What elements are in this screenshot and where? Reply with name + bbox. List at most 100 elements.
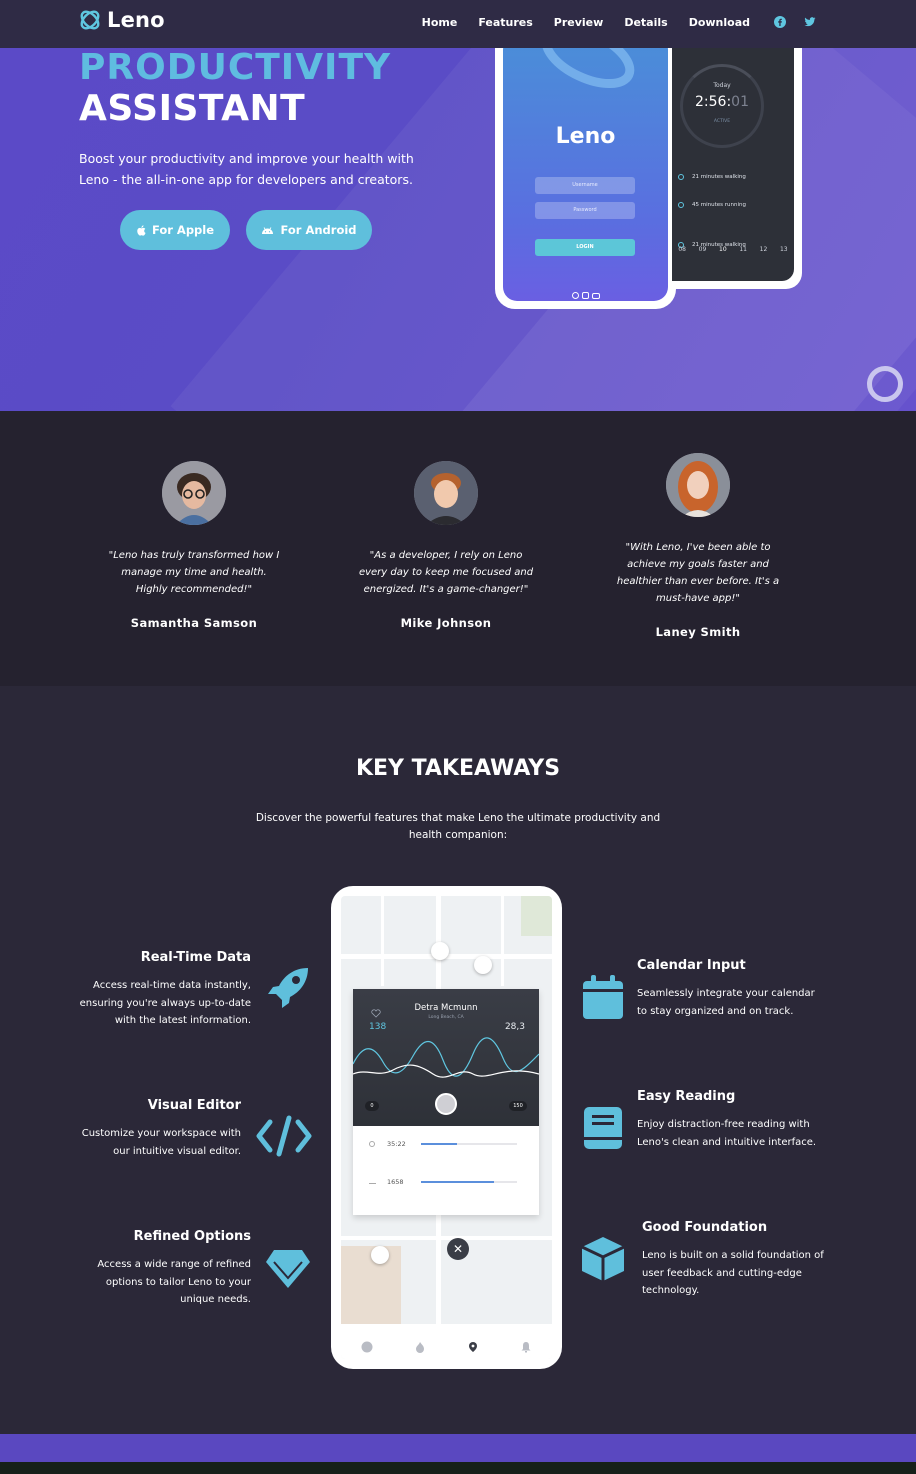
stat-left: 138 bbox=[369, 1022, 387, 1032]
distance-icon bbox=[369, 1180, 376, 1184]
brand-name: Leno bbox=[107, 8, 165, 32]
bell-icon[interactable] bbox=[520, 1341, 532, 1353]
progress-bar-fill bbox=[421, 1181, 494, 1183]
activity-dot bbox=[678, 174, 684, 180]
feature-title: Good Foundation bbox=[642, 1220, 768, 1235]
leno-logo-icon bbox=[80, 10, 100, 30]
back-to-top-button[interactable] bbox=[867, 366, 903, 402]
map-user-pin[interactable] bbox=[474, 956, 492, 974]
day-label[interactable]: 12 bbox=[760, 246, 768, 253]
avatar bbox=[162, 461, 226, 525]
activity-dot bbox=[678, 202, 684, 208]
day-label[interactable]: 08 bbox=[678, 246, 686, 253]
feature-refined-options: Refined Options Access a wide range of r… bbox=[78, 1229, 251, 1309]
globe-icon[interactable] bbox=[361, 1341, 373, 1353]
feature-good-foundation: Good Foundation Leno is built on a solid… bbox=[642, 1220, 827, 1300]
footer-band bbox=[0, 1434, 916, 1462]
avatar-mike bbox=[414, 461, 478, 525]
nav-link-download[interactable]: Download bbox=[689, 16, 750, 29]
testimonial-name: Mike Johnson bbox=[400, 616, 492, 630]
activity-label: 21 minutes walking bbox=[692, 174, 746, 180]
nav-link-preview[interactable]: Preview bbox=[554, 16, 604, 29]
dribbble-icon bbox=[571, 292, 579, 299]
bottom-tab-bar bbox=[341, 1324, 552, 1359]
download-android-label: For Android bbox=[280, 223, 357, 237]
user-stats-card: Detra Mcmunn Long Beach, CA 138 28,3 0 1… bbox=[353, 989, 539, 1215]
android-icon bbox=[262, 226, 274, 234]
distance-value: 1658 bbox=[387, 1178, 404, 1186]
nav-link-home[interactable]: Home bbox=[422, 16, 458, 29]
timer-screen: Today 2:56:01 ACTIVE 21 minutes walking … bbox=[672, 48, 794, 281]
center-phone-mockup: Detra Mcmunn Long Beach, CA 138 28,3 0 1… bbox=[331, 886, 562, 1369]
login-logo-text: Leno bbox=[555, 124, 616, 149]
download-apple-label: For Apple bbox=[151, 223, 215, 237]
scale-max: 150 bbox=[509, 1101, 527, 1111]
map-user-pin[interactable] bbox=[431, 942, 449, 960]
progress-bar bbox=[421, 1181, 517, 1183]
stat-row-time: 35:22 bbox=[369, 1140, 529, 1148]
nav-links: Home Features Preview Details Download bbox=[401, 16, 750, 29]
download-apple-button[interactable]: For Apple bbox=[120, 210, 230, 250]
testimonial-card: "As a developer, I rely on Leno every da… bbox=[356, 461, 536, 630]
map-road bbox=[381, 896, 384, 986]
avatar-samantha bbox=[162, 461, 226, 525]
day-label[interactable]: 11 bbox=[739, 246, 747, 253]
stats-card-header: Detra Mcmunn Long Beach, CA 138 28,3 0 1… bbox=[353, 989, 539, 1126]
testimonial-name: Samantha Samson bbox=[130, 616, 258, 630]
avatar bbox=[666, 453, 730, 517]
timer-time-seconds: 01 bbox=[731, 94, 749, 110]
testimonial-name: Laney Smith bbox=[655, 625, 741, 639]
testimonial-card: "Leno has truly transformed how I manage… bbox=[104, 461, 284, 630]
nav-link-details[interactable]: Details bbox=[624, 16, 667, 29]
avatar bbox=[414, 461, 478, 525]
progress-bar-fill bbox=[421, 1143, 458, 1145]
nav-link-features[interactable]: Features bbox=[478, 16, 532, 29]
brand-logo[interactable]: Leno bbox=[78, 8, 165, 32]
timer-time-main: 2:56: bbox=[695, 94, 732, 110]
timer-status: ACTIVE bbox=[713, 119, 731, 124]
avatar[interactable] bbox=[435, 1093, 457, 1115]
time-value: 35:22 bbox=[387, 1140, 406, 1148]
testimonial-quote: "As a developer, I rely on Leno every da… bbox=[358, 550, 534, 595]
timer-time: 2:56:01 bbox=[672, 94, 772, 110]
timer-phone-mockup: Today 2:56:01 ACTIVE 21 minutes walking … bbox=[672, 48, 802, 289]
feature-description: Access a wide range of refined options t… bbox=[97, 1259, 251, 1305]
scale-min: 0 bbox=[365, 1101, 379, 1111]
feature-title: Easy Reading bbox=[637, 1089, 736, 1104]
map-user-pin[interactable] bbox=[371, 1246, 389, 1264]
twitter-icon[interactable] bbox=[804, 16, 816, 28]
clock-icon bbox=[369, 1141, 375, 1147]
day-label[interactable]: 09 bbox=[699, 246, 707, 253]
feature-title: Refined Options bbox=[133, 1229, 251, 1244]
feature-real-time-data: Real-Time Data Access real-time data ins… bbox=[78, 950, 251, 1030]
facebook-icon[interactable] bbox=[774, 16, 786, 28]
day-label[interactable]: 10 bbox=[719, 246, 727, 253]
testimonial-quote: "Leno has truly transformed how I manage… bbox=[108, 550, 280, 595]
orbit-graphic bbox=[541, 48, 635, 89]
testimonial-quote: "With Leno, I've been able to achieve my… bbox=[616, 542, 780, 604]
fire-icon[interactable] bbox=[414, 1341, 426, 1353]
features-title: KEY TAKEAWAYS bbox=[355, 756, 561, 781]
hero-title-line2: ASSISTANT bbox=[79, 88, 306, 129]
username-field: Username bbox=[535, 177, 635, 194]
feature-easy-reading: Easy Reading Enjoy distraction-free read… bbox=[637, 1089, 827, 1151]
close-button[interactable]: ✕ bbox=[447, 1238, 469, 1260]
calendar-icon bbox=[583, 975, 623, 1019]
hero-section: PRODUCTIVITY ASSISTANT Boost your produc… bbox=[0, 48, 916, 411]
day-label[interactable]: 13 bbox=[780, 246, 788, 253]
feature-description: Access real-time data instantly, ensurin… bbox=[79, 980, 251, 1026]
timer-today-label: Today bbox=[713, 82, 731, 89]
stat-row-distance: 1658 bbox=[369, 1178, 529, 1186]
avatar-laney bbox=[666, 453, 730, 517]
code-icon bbox=[256, 1115, 312, 1157]
feature-description: Seamlessly integrate your calendar to st… bbox=[637, 988, 815, 1017]
feature-title: Calendar Input bbox=[637, 958, 746, 973]
feature-description: Customize your workspace with our intuit… bbox=[81, 1128, 241, 1157]
location-pin-icon[interactable] bbox=[467, 1341, 479, 1353]
features-section: KEY TAKEAWAYS Discover the powerful feat… bbox=[0, 686, 916, 1434]
download-android-button[interactable]: For Android bbox=[246, 210, 372, 250]
feature-title: Visual Editor bbox=[147, 1098, 241, 1113]
footer-strip bbox=[0, 1462, 916, 1474]
map-road bbox=[501, 896, 504, 986]
hero-description: Boost your productivity and improve your… bbox=[79, 151, 414, 187]
